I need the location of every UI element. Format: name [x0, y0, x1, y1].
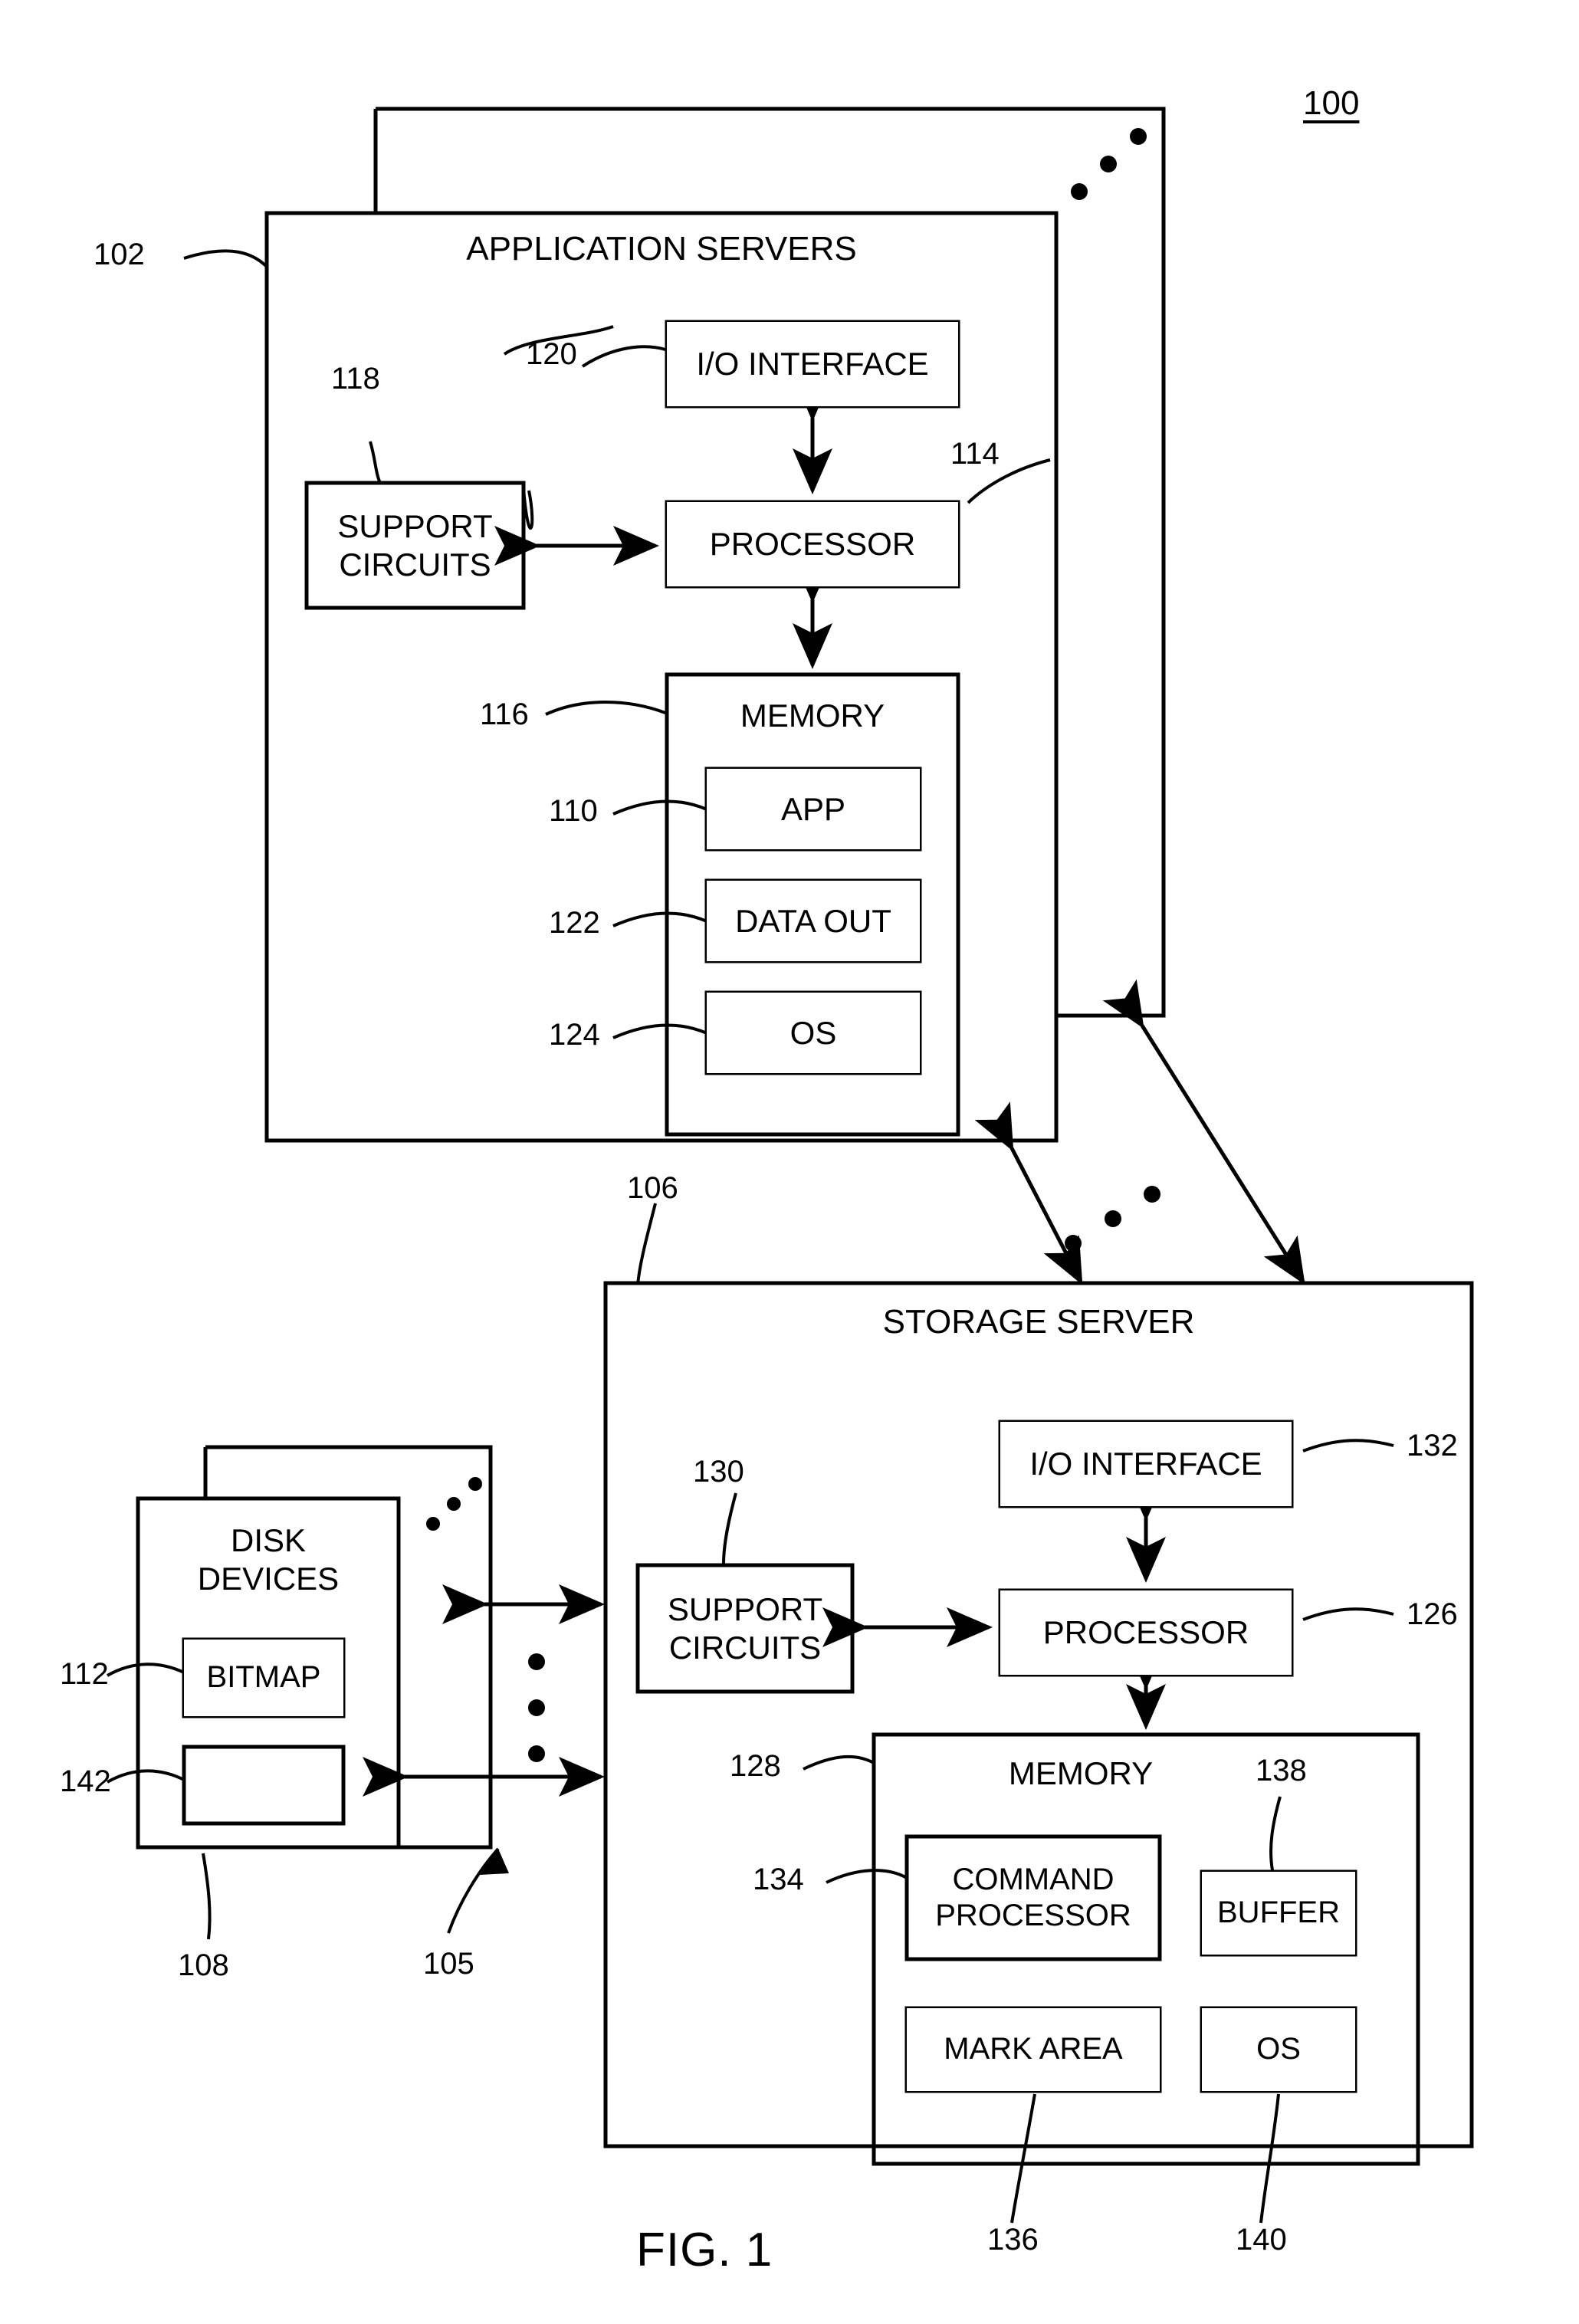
- reference-138: 138: [1256, 1754, 1307, 1787]
- reference-106: 106: [627, 1171, 678, 1205]
- app-support-circuits-label: SUPPORT CIRCUITS: [307, 483, 524, 608]
- app-support-circuits-line2: CIRCUITS: [339, 546, 491, 583]
- reference-124: 124: [549, 1018, 600, 1052]
- reference-118: 118: [331, 362, 380, 396]
- reference-132: 132: [1407, 1429, 1458, 1462]
- app-memory-label: MEMORY: [740, 698, 885, 734]
- reference-134: 134: [753, 1863, 804, 1896]
- reference-102: 102: [94, 238, 145, 271]
- application-servers-title: APPLICATION SERVERS: [466, 230, 857, 268]
- reference-142: 142: [60, 1764, 111, 1798]
- app-os-label: OS: [707, 993, 920, 1073]
- reference-136: 136: [987, 2223, 1039, 2257]
- storage-mark-area-label: MARK AREA: [907, 2008, 1160, 2091]
- reference-116: 116: [480, 698, 529, 731]
- storage-support-circuits-line2: CIRCUITS: [668, 1629, 822, 1666]
- reference-130: 130: [693, 1455, 744, 1489]
- app-io-interface-label: I/O INTERFACE: [667, 322, 958, 406]
- storage-command-processor-line1: COMMAND: [952, 1862, 1114, 1896]
- reference-122: 122: [549, 906, 600, 940]
- storage-memory-label: MEMORY: [1008, 1755, 1154, 1791]
- disk-bitmap-label: BITMAP: [184, 1640, 343, 1716]
- reference-126: 126: [1407, 1597, 1458, 1631]
- patent-figure: 100 102 APPLICATION SERVERS 120 I/O INTE…: [0, 0, 1579, 2324]
- storage-command-processor-label: COMMAND PROCESSOR: [907, 1837, 1160, 1959]
- disk-devices-stack-dots: [426, 1477, 482, 1531]
- reference-128: 128: [730, 1749, 781, 1783]
- reference-108: 108: [178, 1948, 229, 1982]
- application-servers-stack-dots: [1071, 128, 1147, 200]
- disk-devices-line1: DISK: [230, 1522, 307, 1559]
- storage-command-processor-line2: PROCESSOR: [935, 1899, 1131, 1932]
- app-app-label: APP: [707, 769, 920, 849]
- disk-to-storage-dots: [528, 1653, 545, 1762]
- app-processor-label: PROCESSOR: [667, 502, 958, 586]
- reference-105: 105: [423, 1947, 474, 1981]
- reference-120: 120: [526, 337, 577, 371]
- storage-server-title: STORAGE SERVER: [882, 1303, 1195, 1341]
- reference-110: 110: [549, 794, 598, 828]
- system-reference-100: 100: [1303, 84, 1360, 122]
- reference-140: 140: [1236, 2223, 1287, 2257]
- storage-support-circuits-label: SUPPORT CIRCUITS: [638, 1565, 852, 1692]
- storage-processor-label: PROCESSOR: [1000, 1590, 1292, 1675]
- disk-devices-label: DISK DEVICES: [138, 1514, 399, 1606]
- reference-114: 114: [950, 437, 1000, 471]
- app-data-out-label: DATA OUT: [707, 881, 920, 961]
- disk-region-142-box: [182, 1745, 346, 1826]
- storage-os-label: OS: [1202, 2008, 1355, 2091]
- app-support-circuits-line1: SUPPORT: [337, 507, 493, 544]
- reference-112: 112: [60, 1657, 109, 1691]
- storage-io-interface-label: I/O INTERFACE: [1000, 1422, 1292, 1506]
- storage-buffer-label: BUFFER: [1202, 1872, 1355, 1955]
- disk-devices-line2: DEVICES: [197, 1561, 340, 1597]
- servers-to-storage-dots: [1065, 1186, 1160, 1252]
- figure-caption: FIG. 1: [636, 2224, 773, 2276]
- storage-support-circuits-line1: SUPPORT: [667, 1590, 823, 1627]
